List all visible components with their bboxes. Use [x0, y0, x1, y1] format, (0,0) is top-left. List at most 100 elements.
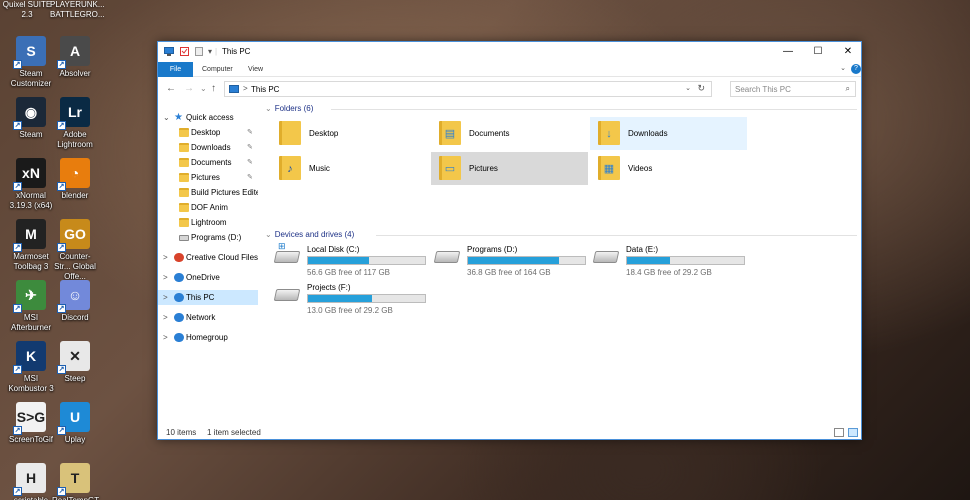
- nav-item-this-pc[interactable]: > This PC: [158, 290, 258, 305]
- desktop-shortcut-absolver[interactable]: A ↗ Absolver: [52, 36, 98, 79]
- pin-icon[interactable]: ✎: [247, 140, 253, 155]
- desktop-shortcut-uplay[interactable]: U ↗ Uplay: [52, 402, 98, 445]
- breadcrumb-this-pc[interactable]: This PC: [251, 85, 279, 94]
- desktop-top-label-quixel[interactable]: Quixel SUITE 2.3: [2, 0, 52, 20]
- folder-icon: [179, 188, 189, 197]
- desktop-shortcut-label: MSI Kombustor 3: [8, 374, 54, 393]
- help-icon[interactable]: ?: [851, 64, 861, 74]
- folders-group-header[interactable]: ⌄ Folders (6): [265, 104, 313, 113]
- close-button[interactable]: ✕: [833, 42, 863, 62]
- pin-icon[interactable]: ✎: [247, 170, 253, 185]
- collapse-chevron-icon[interactable]: >: [163, 250, 168, 265]
- shortcut-arrow-icon: ↗: [13, 60, 22, 69]
- folder-tile-desktop[interactable]: Desktop: [271, 117, 428, 150]
- desktop-top-label-pubg[interactable]: PLAYERUNK... BATTLEGRO...: [50, 0, 105, 20]
- recent-locations-button[interactable]: ⌄: [200, 84, 207, 93]
- nav-item-label: Creative Cloud Files: [186, 253, 258, 262]
- nav-item-homegroup[interactable]: > Homegroup: [158, 330, 258, 345]
- collapse-chevron-icon[interactable]: >: [163, 310, 168, 325]
- customize-quick-access-arrow[interactable]: ▾: [208, 47, 212, 56]
- drive-local-disk-c[interactable]: ⊞ Local Disk (C:) 56.6 GB free of 117 GB: [271, 241, 431, 281]
- pin-icon[interactable]: ✎: [247, 125, 253, 140]
- collapse-chevron-icon[interactable]: >: [163, 290, 168, 305]
- desktop-shortcut-scriptable[interactable]: H↗scriptable: [8, 463, 54, 500]
- nav-item-build-pictures-editer[interactable]: Build Pictures Editer: [158, 185, 258, 200]
- desktop-shortcut-steep[interactable]: ✕ ↗ Steep: [52, 341, 98, 384]
- tab-view[interactable]: View: [240, 62, 271, 77]
- desktop-shortcut-steam-customizer[interactable]: S ↗ Steam Customizer: [8, 36, 54, 89]
- tab-computer[interactable]: Computer: [194, 62, 241, 77]
- search-input[interactable]: Search This PC ⌕: [730, 81, 856, 97]
- drive-projects-f[interactable]: Projects (F:) 13.0 GB free of 29.2 GB: [271, 279, 431, 319]
- properties-icon[interactable]: [180, 47, 189, 58]
- back-button[interactable]: ←: [166, 83, 176, 94]
- folder-icon: [179, 218, 189, 227]
- csgo-icon: GO ↗: [57, 219, 90, 252]
- nav-item-network[interactable]: > Network: [158, 310, 258, 325]
- desktop-shortcut-screentogif[interactable]: S>G ↗ ScreenToGif: [8, 402, 54, 445]
- search-icon[interactable]: ⌕: [846, 84, 850, 94]
- nav-item-downloads[interactable]: Downloads ✎: [158, 140, 258, 155]
- minimize-button[interactable]: —: [773, 42, 803, 62]
- nav-quick-access[interactable]: ⌄ ★ Quick access: [158, 110, 258, 125]
- desktop-shortcut-blender[interactable]: ◔ ↗ blender: [52, 158, 98, 201]
- desktop-shortcut-msi-afterburner[interactable]: ✈ ↗ MSI Afterburner: [8, 280, 54, 333]
- folder-tile-downloads[interactable]: ↓ Downloads: [590, 117, 747, 150]
- discord-icon: ☺ ↗: [57, 280, 90, 313]
- folder-desktop-icon: [279, 121, 301, 145]
- nav-item-programs-d[interactable]: Programs (D:): [158, 230, 258, 245]
- folder-name: Downloads: [628, 129, 668, 138]
- drive-programs-d[interactable]: Programs (D:) 36.8 GB free of 164 GB: [431, 241, 591, 281]
- nav-item-onedrive[interactable]: > OneDrive: [158, 270, 258, 285]
- desktop-icons: Quixel SUITE 2.3 PLAYERUNK... BATTLEGRO.…: [0, 0, 105, 500]
- maximize-button[interactable]: ☐: [803, 42, 833, 62]
- marmoset-icon: M ↗: [13, 219, 46, 252]
- desktop-shortcut-counter-str-global-offe[interactable]: GO ↗ Counter-Str... Global Offe...: [52, 219, 98, 282]
- desktop-shortcut-msi-kombustor-3[interactable]: K ↗ MSI Kombustor 3: [8, 341, 54, 394]
- folders-collapse-chevron[interactable]: ⌄: [265, 104, 272, 113]
- shortcut-arrow-icon: ↗: [57, 182, 66, 191]
- up-button[interactable]: ↑: [211, 83, 216, 94]
- drives-collapse-chevron[interactable]: ⌄: [265, 230, 272, 239]
- folder-tile-pictures[interactable]: ▭ Pictures: [431, 152, 588, 185]
- collapse-chevron-icon[interactable]: >: [163, 270, 168, 285]
- navigation-pane: ⌄ ★ Quick access Desktop ✎ Downloads ✎ Document…: [158, 101, 258, 421]
- nav-item-pictures[interactable]: Pictures ✎: [158, 170, 258, 185]
- desktop-shortcut-xnormal-3-19-3-x64[interactable]: xN ↗ xNormal 3.19.3 (x64): [8, 158, 54, 211]
- folder-tile-documents[interactable]: ▤ Documents: [431, 117, 588, 150]
- nav-item-lightroom[interactable]: Lightroom: [158, 215, 258, 230]
- expand-chevron-icon[interactable]: ⌄: [163, 110, 170, 125]
- expand-ribbon-icon[interactable]: ⌄: [838, 64, 848, 74]
- desktop-shortcut-steam[interactable]: ◉ ↗ Steam: [8, 97, 54, 140]
- desktop-shortcut-discord[interactable]: ☺ ↗ Discord: [52, 280, 98, 323]
- new-folder-icon[interactable]: [195, 47, 203, 58]
- windows-logo-icon: ⊞: [278, 241, 286, 251]
- nav-item-creative-cloud-files[interactable]: > Creative Cloud Files: [158, 250, 258, 265]
- address-dropdown-icon[interactable]: ⌄: [685, 84, 691, 92]
- desktop-shortcut-label: Steam Customizer: [10, 69, 52, 88]
- collapse-chevron-icon[interactable]: >: [163, 330, 168, 345]
- pin-icon[interactable]: ✎: [247, 155, 253, 170]
- refresh-icon[interactable]: ↻: [697, 83, 705, 94]
- large-icons-view-button[interactable]: [848, 428, 858, 437]
- forward-button[interactable]: →: [184, 83, 194, 94]
- drive-name: Projects (F:): [307, 283, 351, 292]
- tab-file[interactable]: File: [158, 62, 193, 77]
- nav-item-documents[interactable]: Documents ✎: [158, 155, 258, 170]
- nav-item-desktop[interactable]: Desktop ✎: [158, 125, 258, 140]
- desktop-shortcut-adobe-lightroom[interactable]: Lr ↗ Adobe Lightroom: [52, 97, 98, 150]
- address-box[interactable]: > This PC ⌄ ↻: [224, 81, 712, 97]
- folder-icon: [179, 173, 189, 182]
- folder-tile-videos[interactable]: ▦ Videos: [590, 152, 747, 185]
- shortcut-arrow-icon: ↗: [13, 243, 22, 252]
- desktop-shortcut-marmoset-toolbag-3[interactable]: M ↗ Marmoset Toolbag 3: [8, 219, 54, 272]
- desktop-shortcut-realtempgt[interactable]: T↗RealTempGT: [52, 463, 99, 500]
- title-bar: ▾ | This PC — ☐ ✕: [158, 42, 861, 62]
- nav-item-dof-anim[interactable]: DOF Anim: [158, 200, 258, 215]
- breadcrumb-separator[interactable]: >: [243, 84, 248, 93]
- details-view-button[interactable]: [834, 428, 844, 437]
- folder-tile-music[interactable]: ♪ Music: [271, 152, 428, 185]
- drive-data-e[interactable]: Data (E:) 18.4 GB free of 29.2 GB: [590, 241, 750, 281]
- desktop-shortcut-label: Marmoset Toolbag 3: [13, 252, 49, 271]
- drives-group-header[interactable]: ⌄ Devices and drives (4): [265, 230, 354, 239]
